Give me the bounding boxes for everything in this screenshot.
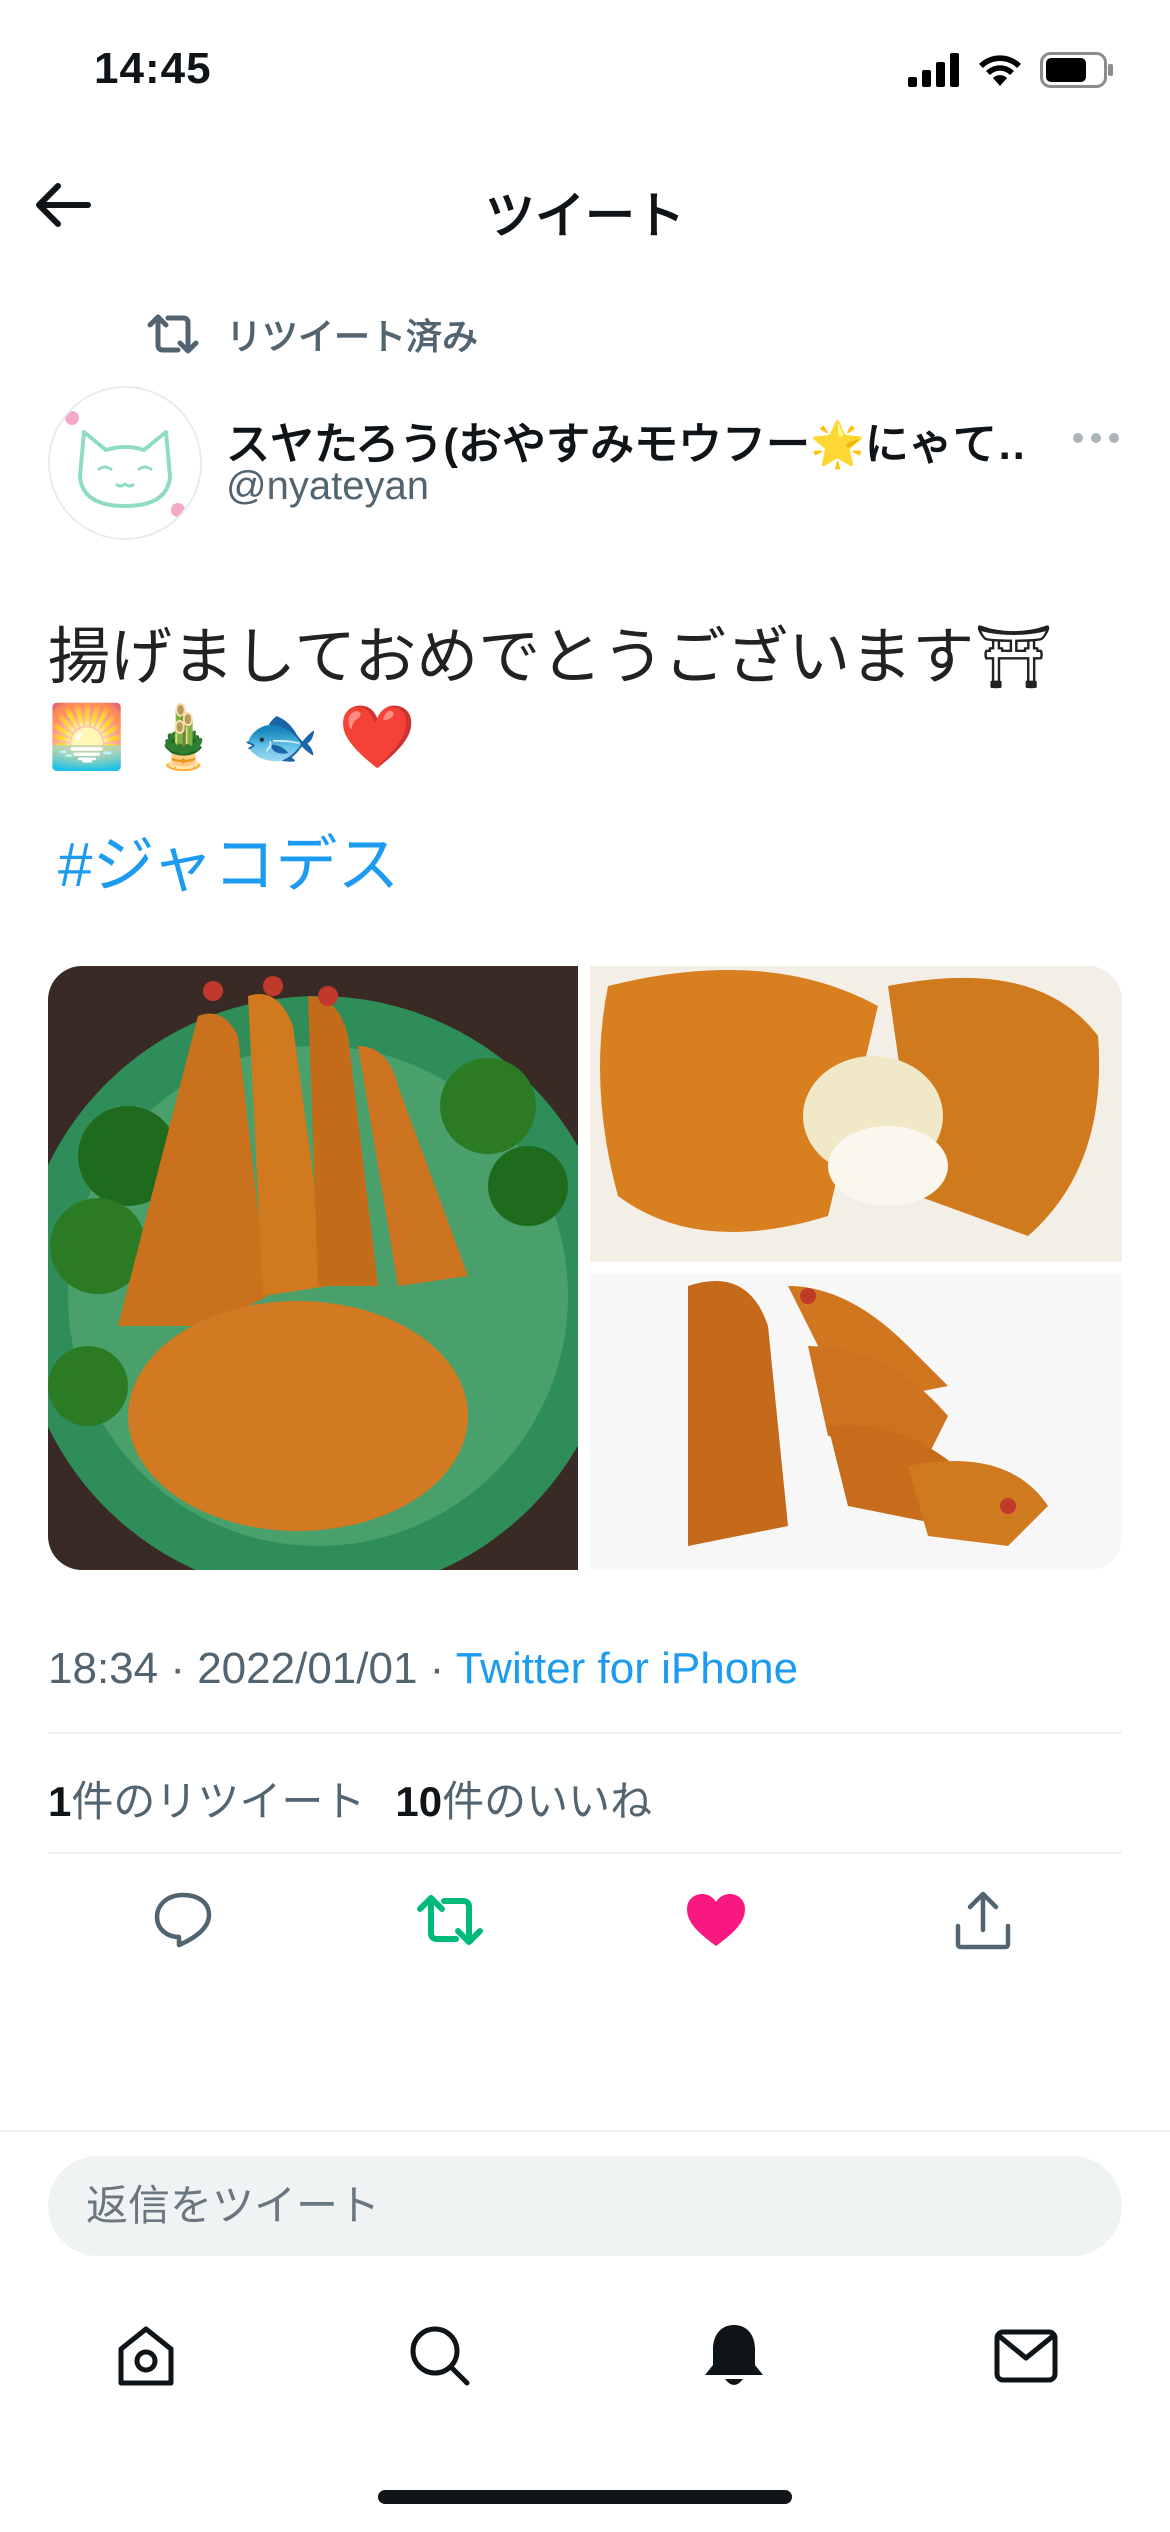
home-indicator	[378, 2490, 792, 2504]
media-grid[interactable]	[48, 966, 1122, 1570]
like-button[interactable]	[671, 1880, 761, 1960]
notifications-icon	[705, 2325, 763, 2385]
status-time: 14:45	[94, 44, 212, 93]
like-count: 10	[395, 1778, 443, 1825]
tab-search[interactable]	[400, 2316, 480, 2396]
reply-icon	[154, 1892, 212, 1948]
like-count-link[interactable]: 10件のいいね	[395, 1768, 652, 1829]
avatar[interactable]	[48, 386, 202, 540]
tab-home[interactable]	[106, 2316, 186, 2396]
retweet-icon	[147, 314, 199, 354]
share-button[interactable]	[938, 1880, 1028, 1960]
share-icon	[955, 1891, 1011, 1950]
photo-bottom-right[interactable]	[590, 1274, 1122, 1570]
more-dot	[1109, 433, 1119, 443]
reply-input[interactable]	[48, 2156, 1122, 2256]
divider	[0, 2130, 1170, 2132]
divider	[48, 1732, 1122, 1734]
signal-icon	[908, 53, 959, 87]
more-dot	[1073, 433, 1083, 443]
retweeted-label: リツイート済み	[226, 316, 479, 357]
tweet-stats: 1件のリツイート 10件のいいね	[48, 1768, 652, 1829]
heart-filled-icon	[687, 1894, 745, 1946]
tweet-meta: 18:34 · 2022/01/01 · Twitter for iPhone	[48, 1644, 798, 1694]
tab-messages[interactable]	[986, 2316, 1066, 2396]
tweet-text: 揚げましておめでとうございます⛩	[48, 623, 1053, 692]
like-count-label: 件のいいね	[442, 1778, 653, 1825]
more-dot	[1091, 433, 1101, 443]
retweeted-note: リツイート済み	[146, 308, 478, 360]
hashtag-link[interactable]: #ジャコデス	[58, 814, 399, 904]
home-icon	[118, 2326, 174, 2386]
battery-icon	[1040, 52, 1113, 88]
retweet-count: 1	[48, 1778, 72, 1825]
tab-notifications[interactable]	[694, 2316, 774, 2396]
search-icon	[410, 2326, 470, 2386]
retweet-icon	[417, 1895, 483, 1945]
author-handle[interactable]: @nyateyan	[226, 464, 429, 509]
photo-top-right[interactable]	[590, 966, 1122, 1262]
author-name[interactable]: スヤたろう(おやすみモウフー🌟にゃて…	[226, 408, 1026, 472]
more-options-button[interactable]	[1066, 418, 1126, 458]
status-icons	[908, 50, 1114, 90]
page-title: ツイート	[485, 188, 685, 244]
tweet-source-link[interactable]: Twitter for iPhone	[456, 1644, 798, 1693]
wifi-icon	[979, 55, 1021, 86]
reply-button[interactable]	[138, 1880, 228, 1960]
tweet-timestamp: 18:34 · 2022/01/01 ·	[48, 1644, 456, 1693]
photo-main[interactable]	[48, 966, 618, 1570]
cat-avatar-icon	[50, 388, 200, 538]
tweet-emoji-line: 🌅 🎍 🐟 ❤️	[48, 700, 416, 773]
retweet-count-link[interactable]: 1件のリツイート	[48, 1768, 365, 1829]
retweet-count-label: 件のリツイート	[71, 1778, 366, 1825]
divider	[48, 1852, 1122, 1854]
messages-icon	[994, 2329, 1058, 2383]
retweet-button[interactable]	[405, 1880, 495, 1960]
